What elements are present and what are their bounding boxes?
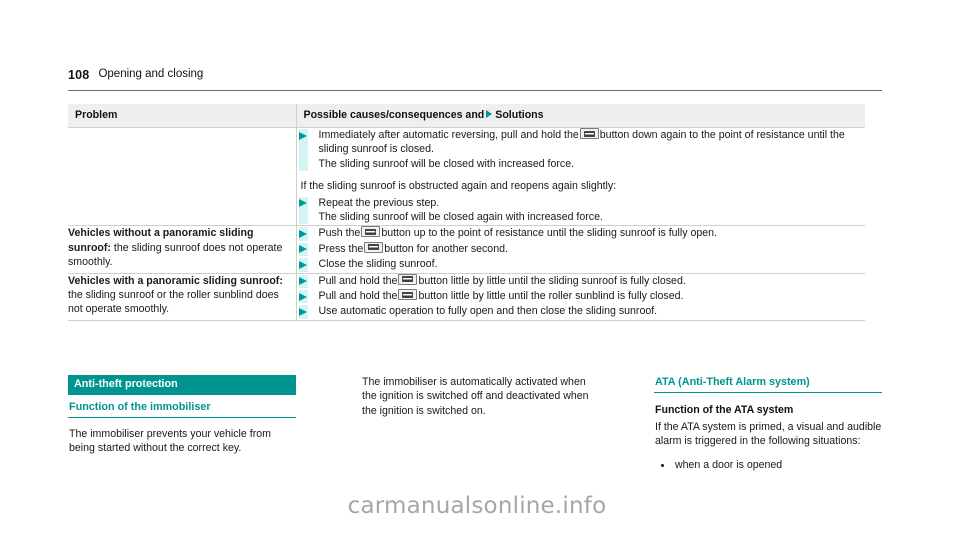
solution-step: Use automatic operation to fully open an… [297,304,866,319]
step-text-post: button little by little until the slidin… [418,274,686,287]
step-text: Repeat the previous step. [318,196,440,209]
table-row: Immediately after automatic reversing, p… [68,127,866,227]
row1-solution-cell: Immediately after automatic reversing, p… [296,127,866,227]
column-right: ATA (Anti-Theft Alarm system) Function o… [654,375,882,472]
sunroof-button-icon [398,273,418,285]
step-text: Use automatic operation to fully open an… [318,305,658,318]
table-header-row: Problem Possible causes/consequences and… [68,104,865,128]
table-header-problem-cell: Problem [68,104,297,128]
row2-solution-cell: Push the button up to the point of resist… [296,225,866,274]
condition-text: If the sliding sunroof is obstructed aga… [300,180,617,193]
solution-step: Pull and hold the button little by little… [297,289,866,304]
row1-problem-cell [68,127,297,227]
step-text: Press the button for another second. [318,241,866,256]
step-text: Pull and hold the button little by little… [318,273,866,288]
triangle-bullet-icon [298,229,307,238]
column-middle: The immobiliser is automatically activat… [361,375,589,472]
row3-problem-bold: Vehicles with a panoramic sliding sunroo… [68,274,283,287]
immobiliser-body-text: The immobiliser prevents your vehicle fr… [69,428,271,455]
solutions-prefix-text: Possible causes/consequences and [303,109,485,121]
step-text-pre: Press the [318,242,364,255]
immobiliser-continued-text: The immobiliser is automatically activat… [362,376,589,417]
sunroof-button-icon [361,226,381,238]
page-section-title: Opening and closing [98,68,204,80]
table-row: Vehicles with a panoramic sliding sunroo… [68,273,866,321]
triangle-bullet-icon [298,131,307,140]
step-text-post: button for another second. [384,242,508,255]
step-text-pre: Pull and hold the [318,274,398,287]
triangle-bullet-icon [298,245,307,254]
triangle-bullet-icon [298,199,307,208]
sunroof-button-icon [579,128,599,139]
ata-function-heading: Function of the ATA system [655,404,794,416]
row3-problem-cell: Vehicles with a panoramic sliding sunroo… [68,273,297,321]
step-text: Push the button up to the point of resist… [319,226,866,240]
solution-step: Repeat the previous step. The sliding su… [297,196,866,225]
sunroof-button-icon [398,289,418,301]
step-result-text: The sliding sunroof will be closed with … [318,157,575,170]
column-left: Anti-theft protection Function of the im… [68,375,296,472]
step-result-text: The sliding sunroof will be closed again… [318,211,603,224]
triangle-bullet-icon [298,307,307,316]
subsection-heading-ata: ATA (Anti-Theft Alarm system) [654,375,882,393]
step-text-pre: Push the [318,227,361,240]
table-row: Vehicles without a panoramic sliding sun… [68,225,866,274]
solution-step: Immediately after automatic reversing, p… [297,128,866,172]
solution-step: Pull and hold the button little by little… [297,273,866,289]
solutions-suffix-text: Solutions [495,109,544,121]
solution-step: Press the button for another second. [297,241,866,257]
table-header-problem: Problem [75,109,118,121]
step-text: Immediately after automatic reversing, p… [319,128,866,157]
step-text-post: button little by little until the roller… [418,290,684,303]
solution-step: Close the sliding sunroof. [297,257,866,272]
step-text: Close the sliding sunroof. [318,258,438,271]
step-text: Pull and hold the button little by little… [319,289,866,303]
site-watermark: carmanualsonline.info [347,493,607,519]
step-text-post: button up to the point of resistance unt… [381,227,718,240]
row3-solution-cell: Pull and hold the button little by little… [296,273,866,321]
sunroof-button-icon [364,241,384,253]
table-header-solutions-cell: Possible causes/consequences and Solution… [296,104,865,128]
step-text-part1: Immediately after automatic reversing, p… [318,129,579,141]
page-number: 108 [68,68,90,82]
triangle-bullet-icon [486,110,493,119]
step-text-pre: Pull and hold the [318,290,398,303]
row2-problem-cell: Vehicles without a panoramic sliding sun… [68,225,297,274]
page-header: 108 Opening and closing [68,68,882,91]
list-item: when a door is opened [654,458,882,472]
triangle-bullet-icon [298,277,307,286]
troubleshooting-table: Problem Possible causes/consequences and… [68,104,865,321]
section-title-bar: Anti-theft protection [68,375,296,395]
triangle-bullet-icon [298,292,307,301]
table-header-solutions: Possible causes/consequences and Solution… [297,104,866,121]
content-columns: Anti-theft protection Function of the im… [68,375,882,472]
subsection-heading-immobiliser: Function of the immobiliser [68,395,296,418]
row3-problem-rest: the sliding sunroof or the roller sunbli… [68,289,279,316]
triangle-bullet-icon [298,260,307,269]
solution-step: Push the button up to the point of resist… [297,226,866,241]
ata-situations-list: when a door is opened [654,458,882,472]
ata-body-text: If the ATA system is primed, a visual an… [655,421,882,448]
